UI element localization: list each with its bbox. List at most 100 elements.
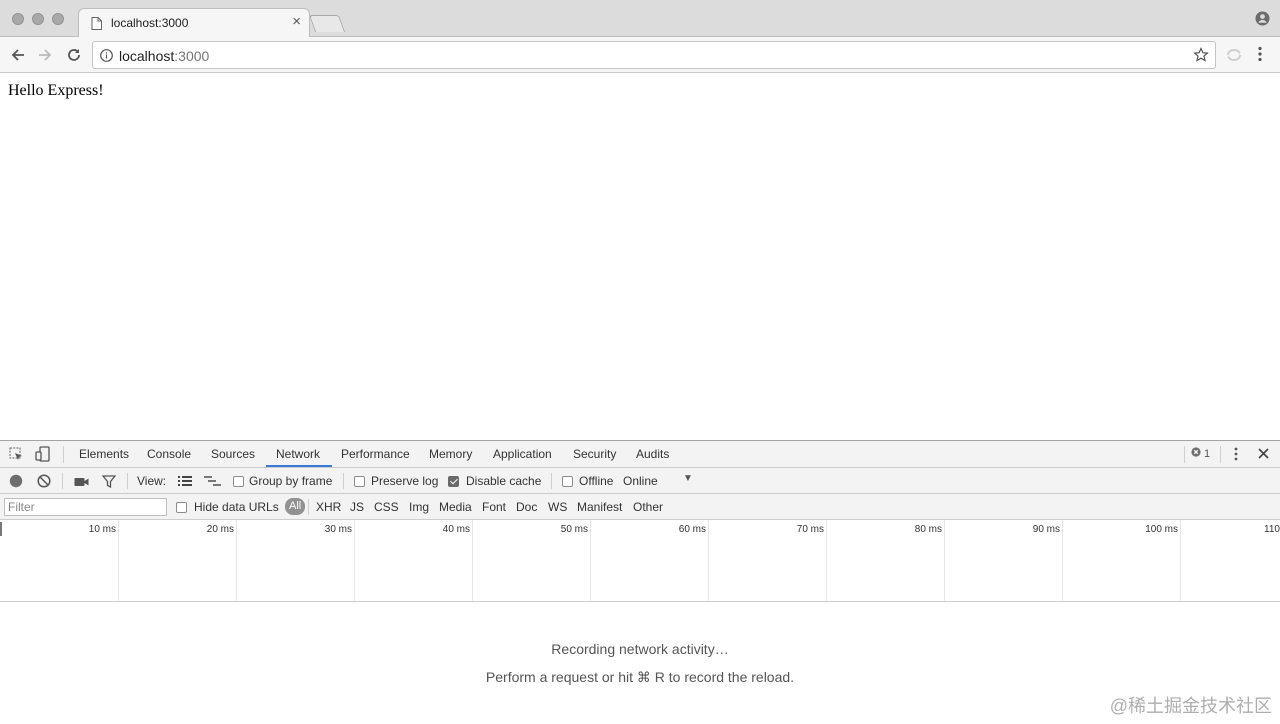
group-by-frame-checkbox[interactable] bbox=[233, 476, 244, 487]
disable-cache-checkbox[interactable] bbox=[448, 476, 459, 487]
tab-application[interactable]: Application bbox=[493, 447, 552, 461]
tab-sources[interactable]: Sources bbox=[211, 447, 255, 461]
timeline-tick-label: 80 ms bbox=[914, 524, 942, 535]
timeline-tick-label: 100 ms bbox=[1145, 524, 1178, 535]
tab-close-icon[interactable]: × bbox=[292, 14, 301, 30]
profile-icon[interactable] bbox=[1255, 11, 1270, 29]
device-toolbar-icon[interactable] bbox=[35, 446, 51, 465]
page-body-text: Hello Express! bbox=[8, 82, 104, 99]
bookmark-star-icon[interactable] bbox=[1193, 47, 1209, 66]
network-overview-timeline[interactable]: 10 ms 20 ms 30 ms 40 ms 50 ms 60 ms 70 m… bbox=[0, 520, 1280, 602]
hide-data-urls-label: Hide data URLs bbox=[194, 500, 279, 514]
browser-menu-icon[interactable] bbox=[1258, 46, 1262, 65]
tab-network[interactable]: Network bbox=[276, 447, 320, 461]
timeline-tick-label: 50 ms bbox=[560, 524, 588, 535]
timeline-gridline bbox=[236, 520, 237, 601]
offline-checkbox[interactable] bbox=[562, 476, 573, 487]
network-toolbar: View: Group by frame Preserve log Disabl… bbox=[0, 468, 1280, 494]
filter-type-img[interactable]: Img bbox=[409, 500, 429, 514]
error-count: 1 bbox=[1204, 447, 1211, 460]
timeline-left-handle[interactable] bbox=[0, 522, 2, 536]
filter-type-all[interactable]: All bbox=[285, 498, 306, 515]
toolbar-divider bbox=[1220, 446, 1221, 463]
recording-status-text: Recording network activity… bbox=[551, 641, 729, 657]
tab-elements[interactable]: Elements bbox=[79, 447, 129, 461]
page-viewport: Hello Express! bbox=[0, 74, 1280, 440]
info-icon[interactable] bbox=[100, 49, 113, 65]
window-maximize-button[interactable] bbox=[52, 13, 64, 25]
tab-audits[interactable]: Audits bbox=[636, 447, 669, 461]
timeline-gridline bbox=[118, 520, 119, 601]
inspect-element-icon[interactable] bbox=[9, 447, 24, 465]
throttling-select-value[interactable]: Online bbox=[623, 474, 658, 488]
throttling-dropdown-arrow-icon[interactable]: ▼ bbox=[683, 473, 693, 484]
timeline-gridline bbox=[1180, 520, 1181, 601]
preserve-log-checkbox[interactable] bbox=[354, 476, 365, 487]
timeline-gridline bbox=[472, 520, 473, 601]
address-bar[interactable]: localhost:3000 bbox=[92, 41, 1216, 69]
timeline-tick-label: 10 ms bbox=[88, 524, 116, 535]
large-rows-list-icon[interactable] bbox=[178, 475, 192, 490]
clear-icon[interactable] bbox=[37, 474, 51, 491]
filter-input[interactable] bbox=[4, 498, 167, 516]
filter-type-ws[interactable]: WS bbox=[548, 500, 567, 514]
filter-type-other[interactable]: Other bbox=[633, 500, 663, 514]
window-close-button[interactable] bbox=[12, 13, 24, 25]
hide-data-urls-checkbox[interactable] bbox=[176, 502, 187, 513]
extension-icon[interactable] bbox=[1225, 47, 1243, 66]
forward-arrow-icon[interactable] bbox=[35, 45, 55, 65]
devtools-menu-icon[interactable] bbox=[1234, 447, 1238, 464]
timeline-gridline bbox=[944, 520, 945, 601]
record-icon[interactable] bbox=[9, 474, 23, 491]
waterfall-overview-icon[interactable] bbox=[204, 476, 221, 490]
timeline-gridline bbox=[1062, 520, 1063, 601]
timeline-gridline bbox=[826, 520, 827, 601]
timeline-gridline bbox=[354, 520, 355, 601]
close-devtools-icon[interactable] bbox=[1258, 448, 1269, 462]
active-tab-indicator bbox=[266, 465, 332, 467]
error-icon bbox=[1191, 447, 1201, 460]
toolbar-divider bbox=[62, 473, 63, 489]
group-by-frame-label: Group by frame bbox=[249, 474, 333, 488]
reload-icon[interactable] bbox=[64, 45, 84, 65]
new-tab-button[interactable] bbox=[308, 15, 346, 32]
back-arrow-icon[interactable] bbox=[8, 45, 28, 65]
tab-memory[interactable]: Memory bbox=[429, 447, 472, 461]
toolbar-divider bbox=[63, 446, 64, 463]
browser-tab[interactable]: localhost:3000 × bbox=[78, 8, 310, 38]
url-port: :3000 bbox=[174, 48, 210, 64]
timeline-tick-label: 30 ms bbox=[324, 524, 352, 535]
timeline-tick-label: 70 ms bbox=[796, 524, 824, 535]
tab-console[interactable]: Console bbox=[147, 447, 191, 461]
filter-funnel-icon[interactable] bbox=[101, 475, 117, 491]
filter-type-xhr[interactable]: XHR bbox=[316, 500, 341, 514]
filter-type-css[interactable]: CSS bbox=[374, 500, 399, 514]
timeline-gridline bbox=[708, 520, 709, 601]
tab-performance[interactable]: Performance bbox=[341, 447, 410, 461]
reload-hint-text: Perform a request or hit ⌘ R to record t… bbox=[485, 669, 795, 685]
url-host: localhost bbox=[119, 48, 175, 64]
network-filter-bar: Hide data URLs All XHR JS CSS Img Media … bbox=[0, 494, 1280, 520]
url-text: localhost:3000 bbox=[119, 48, 209, 64]
filter-type-font[interactable]: Font bbox=[482, 500, 506, 514]
devtools-panel: Elements Console Sources Network Perform… bbox=[0, 440, 1280, 724]
filter-type-manifest[interactable]: Manifest bbox=[577, 500, 622, 514]
timeline-tick-label: 20 ms bbox=[206, 524, 234, 535]
timeline-tick-label: 40 ms bbox=[442, 524, 470, 535]
filter-type-media[interactable]: Media bbox=[439, 500, 472, 514]
filter-type-js[interactable]: JS bbox=[350, 500, 364, 514]
timeline-tick-label: 90 ms bbox=[1032, 524, 1060, 535]
offline-label: Offline bbox=[579, 474, 614, 488]
devtools-tab-bar: Elements Console Sources Network Perform… bbox=[0, 441, 1280, 468]
toolbar-divider bbox=[343, 473, 344, 489]
filter-type-doc[interactable]: Doc bbox=[516, 500, 537, 514]
timeline-tick-label: 60 ms bbox=[678, 524, 706, 535]
tab-security[interactable]: Security bbox=[573, 447, 616, 461]
timeline-gridline bbox=[590, 520, 591, 601]
error-counter[interactable]: 1 bbox=[1191, 447, 1210, 460]
document-icon bbox=[91, 17, 102, 33]
screenshot-camera-icon[interactable] bbox=[74, 476, 89, 490]
toolbar-divider bbox=[1184, 446, 1185, 463]
view-label: View: bbox=[137, 474, 167, 488]
window-minimize-button[interactable] bbox=[32, 13, 44, 25]
